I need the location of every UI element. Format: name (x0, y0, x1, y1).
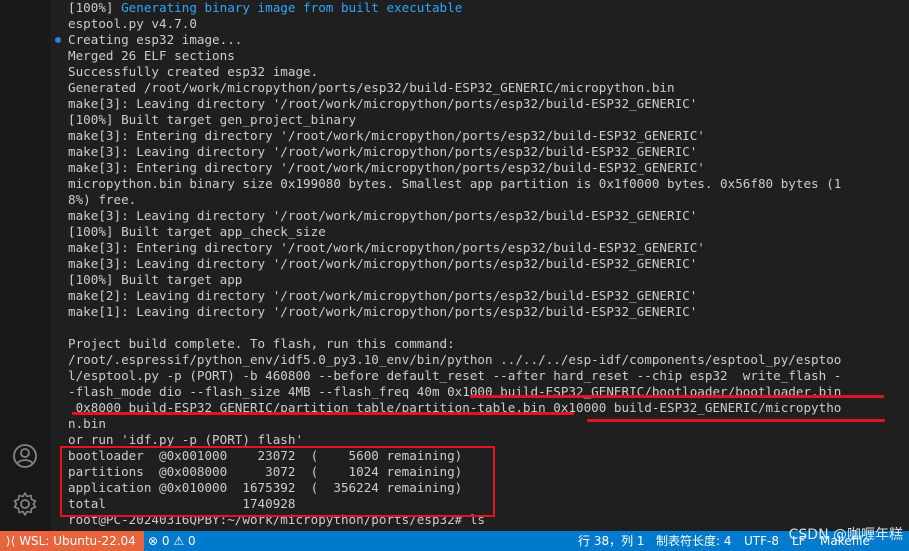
warning-icon: ⚠ (173, 534, 185, 548)
terminal-line-text: make[3]: Entering directory '/root/work/… (68, 160, 705, 175)
remote-indicator[interactable]: ⟩⟨ WSL: Ubuntu-22.04 (0, 531, 144, 551)
terminal-line: [100%] Built target app_check_size (68, 224, 326, 240)
error-count: 0 (161, 534, 170, 548)
watermark: CSDN @咖喱年糕 (788, 527, 903, 543)
terminal-line: make[2]: Leaving directory '/root/work/m… (68, 288, 697, 304)
terminal-line: /root/.espressif/python_env/idf5.0_py3.1… (68, 352, 841, 368)
settings-gear-icon[interactable] (11, 490, 39, 518)
terminal-line: make[3]: Leaving directory '/root/work/m… (68, 256, 697, 272)
terminal-line-text: l/esptool.py -p (PORT) -b 460800 --befor… (68, 368, 842, 383)
encoding-setting[interactable]: UTF-8 (744, 531, 779, 551)
terminal-line-text: Merged 26 ELF sections (68, 48, 235, 63)
annotation-underline (587, 419, 885, 422)
terminal-line-prefix: [100%] (68, 0, 122, 15)
terminal-line: make[3]: Entering directory '/root/work/… (68, 240, 705, 256)
terminal-line-text: /root/.espressif/python_env/idf5.0_py3.1… (68, 352, 842, 367)
terminal-line-text: make[3]: Entering directory '/root/work/… (68, 128, 705, 143)
terminal-line-text: make[3]: Leaving directory '/root/work/m… (68, 144, 698, 159)
error-icon: ⊗ (148, 534, 159, 548)
terminal-line: [100%] Generating binary image from buil… (68, 0, 462, 16)
terminal-line-text: Creating esp32 image... (68, 32, 243, 47)
terminal-line: make[1]: Leaving directory '/root/work/m… (68, 304, 697, 320)
terminal-line: [100%] Built target gen_project_binary (68, 112, 356, 128)
account-icon[interactable] (11, 442, 39, 470)
terminal-line: make[3]: Leaving directory '/root/work/m… (68, 144, 697, 160)
annotation-underline (72, 412, 574, 415)
terminal-line: make[3]: Entering directory '/root/work/… (68, 128, 705, 144)
activity-bar (0, 0, 50, 531)
cursor-position[interactable]: 行 38，列 1 (578, 531, 645, 551)
terminal-line-text: micropython.bin binary size 0x199080 byt… (68, 176, 842, 191)
status-bar: ⟩⟨ WSL: Ubuntu-22.04 ⊗ 0 ⚠ 0 行 38，列 1 制表… (0, 531, 909, 551)
warning-count: 0 (187, 534, 196, 548)
terminal-line-text: [100%] Built target gen_project_binary (68, 112, 357, 127)
terminal-line-text: 8%) free. (68, 192, 137, 207)
remote-icon: ⟩⟨ (6, 534, 20, 548)
terminal-line: n.bin (68, 416, 106, 432)
terminal-line: Creating esp32 image... (68, 32, 242, 48)
terminal-line-text: esptool.py v4.7.0 (68, 16, 197, 31)
terminal-line: Successfully created esp32 image. (68, 64, 318, 80)
terminal-line: micropython.bin binary size 0x199080 byt… (68, 176, 841, 192)
terminal-line: 8%) free. (68, 192, 136, 208)
terminal-line: l/esptool.py -p (PORT) -b 460800 --befor… (68, 368, 841, 384)
terminal-line-text: make[2]: Leaving directory '/root/work/m… (68, 288, 698, 303)
terminal-line: Project build complete. To flash, run th… (68, 336, 455, 352)
terminal-line-text: or run 'idf.py -p (PORT) flash' (68, 432, 304, 447)
annotation-box (60, 446, 495, 517)
command-decoration-dot[interactable] (55, 37, 61, 43)
terminal-output[interactable]: root@PC-20240316QPBY:~/work/micropython/… (50, 0, 909, 531)
terminal-line: make[3]: Leaving directory '/root/work/m… (68, 208, 697, 224)
terminal-line-text: make[3]: Entering directory '/root/work/… (68, 240, 705, 255)
terminal-line: Merged 26 ELF sections (68, 48, 235, 64)
terminal-line-text: [100%] Built target app (68, 272, 243, 287)
terminal-line: esptool.py v4.7.0 (68, 16, 197, 32)
terminal-line-text: Generated /root/work/micropython/ports/e… (68, 80, 675, 95)
terminal-line: make[3]: Leaving directory '/root/work/m… (68, 96, 697, 112)
terminal-line-text: make[1]: Leaving directory '/root/work/m… (68, 304, 698, 319)
problems-indicator[interactable]: ⊗ 0 ⚠ 0 (148, 531, 196, 551)
terminal-line-text: n.bin (68, 416, 106, 431)
terminal-line-text: make[3]: Leaving directory '/root/work/m… (68, 256, 698, 271)
terminal-line-text: Generating binary image from built execu… (121, 0, 463, 15)
terminal-line: Generated /root/work/micropython/ports/e… (68, 80, 675, 96)
terminal-line-text: Successfully created esp32 image. (68, 64, 319, 79)
terminal-line: make[3]: Entering directory '/root/work/… (68, 160, 705, 176)
terminal-line-text: [100%] Built target app_check_size (68, 224, 326, 239)
indentation-setting[interactable]: 制表符长度: 4 (656, 531, 732, 551)
terminal-line-text: Project build complete. To flash, run th… (68, 336, 455, 351)
terminal-line: [100%] Built target app (68, 272, 242, 288)
remote-label: WSL: Ubuntu-22.04 (19, 534, 136, 548)
terminal-line-text: make[3]: Leaving directory '/root/work/m… (68, 96, 698, 111)
terminal-line-text: make[3]: Leaving directory '/root/work/m… (68, 208, 698, 223)
annotation-underline (470, 395, 884, 398)
